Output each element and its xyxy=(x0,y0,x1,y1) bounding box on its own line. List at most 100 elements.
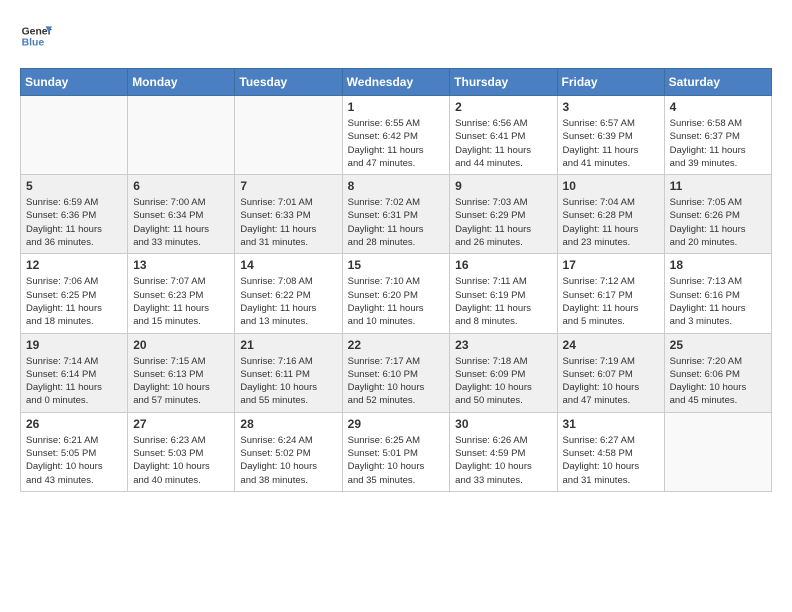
day-number: 19 xyxy=(26,338,122,352)
calendar-cell: 18 Sunrise: 7:13 AM Sunset: 6:16 PM Dayli… xyxy=(664,254,771,333)
day-info: Sunrise: 7:04 AM Sunset: 6:28 PM Dayligh… xyxy=(563,196,659,249)
day-number: 29 xyxy=(348,417,445,431)
day-number: 4 xyxy=(670,100,766,114)
col-header-sunday: Sunday xyxy=(21,69,128,96)
calendar-cell: 31Sunrise: 6:27 AM Sunset: 4:58 PM Dayli… xyxy=(557,412,664,491)
calendar-cell: 12 Sunrise: 7:06 AM Sunset: 6:25 PM Dayli… xyxy=(21,254,128,333)
day-info: Sunrise: 7:15 AM Sunset: 6:13 PM Dayligh… xyxy=(133,355,229,408)
day-info: Sunrise: 7:19 AM Sunset: 6:07 PM Dayligh… xyxy=(563,355,659,408)
calendar-cell: 10 Sunrise: 7:04 AM Sunset: 6:28 PM Dayli… xyxy=(557,175,664,254)
svg-text:Blue: Blue xyxy=(22,38,45,49)
day-info: Sunrise: 6:25 AM Sunset: 5:01 PM Dayligh… xyxy=(348,434,445,487)
day-info: Sunrise: 7:20 AM Sunset: 6:06 PM Dayligh… xyxy=(670,355,766,408)
day-info: Sunrise: 7:02 AM Sunset: 6:31 PM Dayligh… xyxy=(348,196,445,249)
day-number: 28 xyxy=(240,417,336,431)
day-number: 24 xyxy=(563,338,659,352)
calendar-week-3: 12 Sunrise: 7:06 AM Sunset: 6:25 PM Dayli… xyxy=(21,254,772,333)
col-header-monday: Monday xyxy=(128,69,235,96)
day-info: Sunrise: 6:23 AM Sunset: 5:03 PM Dayligh… xyxy=(133,434,229,487)
day-number: 23 xyxy=(455,338,551,352)
day-info: Sunrise: 7:08 AM Sunset: 6:22 PM Dayligh… xyxy=(240,275,336,328)
calendar-cell: 1Sunrise: 6:55 AM Sunset: 6:42 PM Daylig… xyxy=(342,96,450,175)
day-number: 22 xyxy=(348,338,445,352)
day-info: Sunrise: 7:05 AM Sunset: 6:26 PM Dayligh… xyxy=(670,196,766,249)
day-info: Sunrise: 7:06 AM Sunset: 6:25 PM Dayligh… xyxy=(26,275,122,328)
calendar-cell: 28 Sunrise: 6:24 AM Sunset: 5:02 PM Dayli… xyxy=(235,412,342,491)
calendar-cell xyxy=(128,96,235,175)
calendar-cell: 8 Sunrise: 7:02 AM Sunset: 6:31 PM Daylig… xyxy=(342,175,450,254)
calendar-cell: 3 Sunrise: 6:57 AM Sunset: 6:39 PM Daylig… xyxy=(557,96,664,175)
day-info: Sunrise: 7:18 AM Sunset: 6:09 PM Dayligh… xyxy=(455,355,551,408)
col-header-saturday: Saturday xyxy=(664,69,771,96)
day-number: 6 xyxy=(133,179,229,193)
day-number: 9 xyxy=(455,179,551,193)
day-info: Sunrise: 6:57 AM Sunset: 6:39 PM Dayligh… xyxy=(563,117,659,170)
day-info: Sunrise: 6:56 AM Sunset: 6:41 PM Dayligh… xyxy=(455,117,551,170)
day-number: 21 xyxy=(240,338,336,352)
calendar-cell: 27 Sunrise: 6:23 AM Sunset: 5:03 PM Dayli… xyxy=(128,412,235,491)
day-info: Sunrise: 7:11 AM Sunset: 6:19 PM Dayligh… xyxy=(455,275,551,328)
day-number: 11 xyxy=(670,179,766,193)
calendar-cell: 2 Sunrise: 6:56 AM Sunset: 6:41 PM Daylig… xyxy=(450,96,557,175)
day-info: Sunrise: 6:21 AM Sunset: 5:05 PM Dayligh… xyxy=(26,434,122,487)
calendar-cell: 16Sunrise: 7:11 AM Sunset: 6:19 PM Dayli… xyxy=(450,254,557,333)
logo: General Blue xyxy=(20,20,52,52)
calendar-cell: 26 Sunrise: 6:21 AM Sunset: 5:05 PM Dayli… xyxy=(21,412,128,491)
day-number: 2 xyxy=(455,100,551,114)
calendar-cell: 6Sunrise: 7:00 AM Sunset: 6:34 PM Daylig… xyxy=(128,175,235,254)
calendar-week-5: 26 Sunrise: 6:21 AM Sunset: 5:05 PM Dayli… xyxy=(21,412,772,491)
day-number: 30 xyxy=(455,417,551,431)
day-number: 17 xyxy=(563,258,659,272)
calendar-cell: 21 Sunrise: 7:16 AM Sunset: 6:11 PM Dayli… xyxy=(235,333,342,412)
col-header-friday: Friday xyxy=(557,69,664,96)
day-info: Sunrise: 7:14 AM Sunset: 6:14 PM Dayligh… xyxy=(26,355,122,408)
day-number: 13 xyxy=(133,258,229,272)
calendar-cell xyxy=(664,412,771,491)
day-info: Sunrise: 6:24 AM Sunset: 5:02 PM Dayligh… xyxy=(240,434,336,487)
day-info: Sunrise: 7:03 AM Sunset: 6:29 PM Dayligh… xyxy=(455,196,551,249)
calendar-cell: 11 Sunrise: 7:05 AM Sunset: 6:26 PM Dayli… xyxy=(664,175,771,254)
day-number: 18 xyxy=(670,258,766,272)
calendar-cell xyxy=(21,96,128,175)
calendar-cell: 9 Sunrise: 7:03 AM Sunset: 6:29 PM Daylig… xyxy=(450,175,557,254)
calendar-cell: 22 Sunrise: 7:17 AM Sunset: 6:10 PM Dayli… xyxy=(342,333,450,412)
calendar-week-2: 5 Sunrise: 6:59 AM Sunset: 6:36 PM Daylig… xyxy=(21,175,772,254)
day-number: 25 xyxy=(670,338,766,352)
calendar-week-1: 1Sunrise: 6:55 AM Sunset: 6:42 PM Daylig… xyxy=(21,96,772,175)
calendar-cell: 23 Sunrise: 7:18 AM Sunset: 6:09 PM Dayli… xyxy=(450,333,557,412)
calendar-cell: 20 Sunrise: 7:15 AM Sunset: 6:13 PM Dayli… xyxy=(128,333,235,412)
calendar-header-row: SundayMondayTuesdayWednesdayThursdayFrid… xyxy=(21,69,772,96)
calendar-cell: 13Sunrise: 7:07 AM Sunset: 6:23 PM Dayli… xyxy=(128,254,235,333)
logo-icon: General Blue xyxy=(20,20,52,52)
day-info: Sunrise: 7:10 AM Sunset: 6:20 PM Dayligh… xyxy=(348,275,445,328)
day-info: Sunrise: 6:58 AM Sunset: 6:37 PM Dayligh… xyxy=(670,117,766,170)
day-info: Sunrise: 6:26 AM Sunset: 4:59 PM Dayligh… xyxy=(455,434,551,487)
calendar-cell: 29 Sunrise: 6:25 AM Sunset: 5:01 PM Dayli… xyxy=(342,412,450,491)
calendar-cell: 19 Sunrise: 7:14 AM Sunset: 6:14 PM Dayli… xyxy=(21,333,128,412)
day-info: Sunrise: 7:16 AM Sunset: 6:11 PM Dayligh… xyxy=(240,355,336,408)
day-number: 8 xyxy=(348,179,445,193)
day-number: 20 xyxy=(133,338,229,352)
day-info: Sunrise: 7:12 AM Sunset: 6:17 PM Dayligh… xyxy=(563,275,659,328)
day-number: 10 xyxy=(563,179,659,193)
day-number: 3 xyxy=(563,100,659,114)
day-info: Sunrise: 6:55 AM Sunset: 6:42 PM Dayligh… xyxy=(348,117,445,170)
day-number: 14 xyxy=(240,258,336,272)
day-number: 15 xyxy=(348,258,445,272)
calendar-cell: 25 Sunrise: 7:20 AM Sunset: 6:06 PM Dayli… xyxy=(664,333,771,412)
calendar-cell xyxy=(235,96,342,175)
day-info: Sunrise: 6:59 AM Sunset: 6:36 PM Dayligh… xyxy=(26,196,122,249)
calendar-cell: 5 Sunrise: 6:59 AM Sunset: 6:36 PM Daylig… xyxy=(21,175,128,254)
col-header-tuesday: Tuesday xyxy=(235,69,342,96)
col-header-thursday: Thursday xyxy=(450,69,557,96)
day-number: 27 xyxy=(133,417,229,431)
day-number: 12 xyxy=(26,258,122,272)
day-info: Sunrise: 7:17 AM Sunset: 6:10 PM Dayligh… xyxy=(348,355,445,408)
day-info: Sunrise: 7:13 AM Sunset: 6:16 PM Dayligh… xyxy=(670,275,766,328)
calendar-table: SundayMondayTuesdayWednesdayThursdayFrid… xyxy=(20,68,772,492)
calendar-cell: 17 Sunrise: 7:12 AM Sunset: 6:17 PM Dayli… xyxy=(557,254,664,333)
calendar-cell: 30 Sunrise: 6:26 AM Sunset: 4:59 PM Dayli… xyxy=(450,412,557,491)
day-number: 5 xyxy=(26,179,122,193)
calendar-cell: 14 Sunrise: 7:08 AM Sunset: 6:22 PM Dayli… xyxy=(235,254,342,333)
day-number: 26 xyxy=(26,417,122,431)
